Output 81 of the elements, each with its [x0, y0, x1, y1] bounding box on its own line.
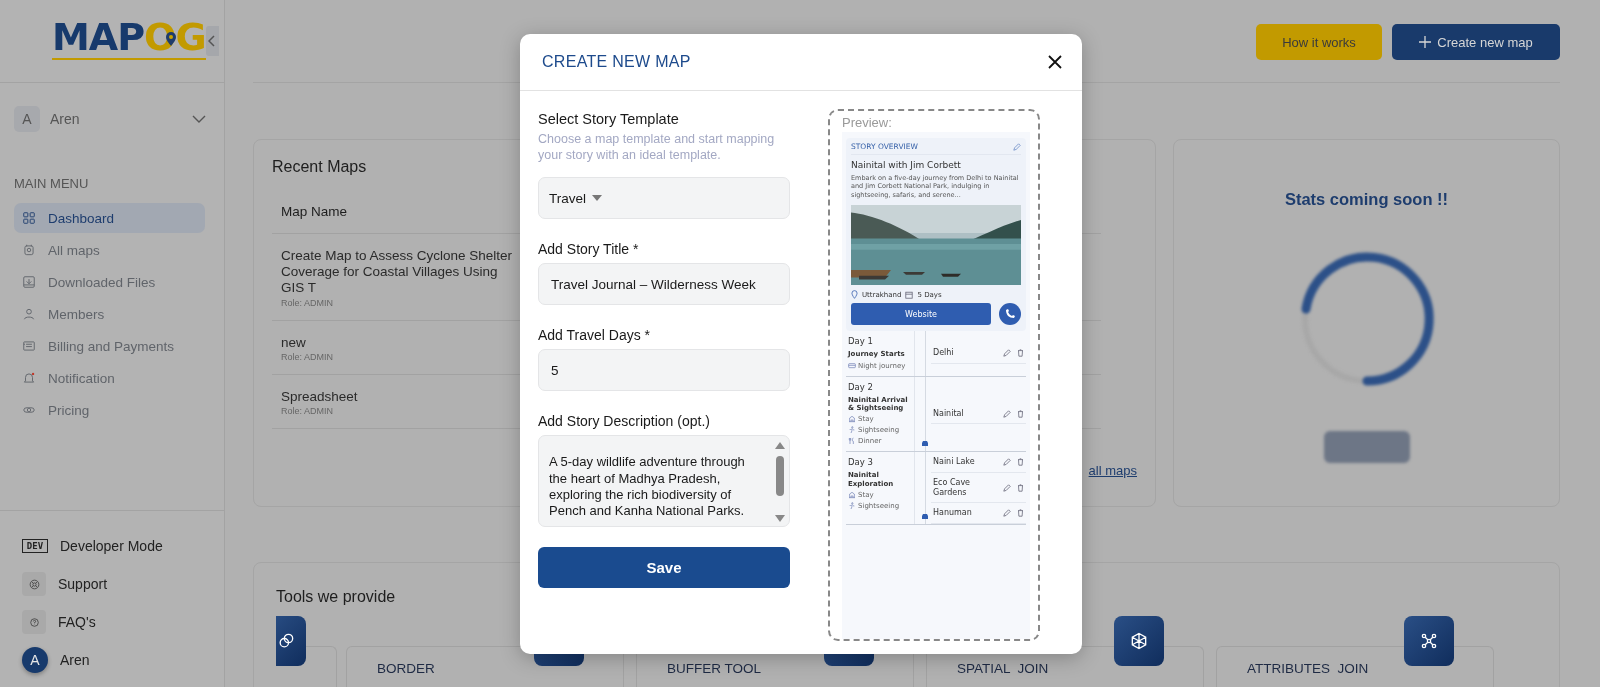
- preview-label: Preview:: [842, 115, 893, 130]
- story-title: Nainital with Jim Corbett: [851, 160, 962, 170]
- calendar-icon: [905, 290, 914, 299]
- developer-mode-item[interactable]: DEV Developer Mode: [22, 531, 224, 561]
- stop-name: Naini Lake: [933, 457, 976, 468]
- stop-name: Hanuman: [933, 508, 973, 518]
- field-label: Add Story Title *: [538, 241, 640, 258]
- trash-icon[interactable]: [1017, 458, 1024, 467]
- stop-name: Nainital: [933, 408, 965, 419]
- user-name: Aren: [50, 111, 81, 127]
- walking-icon: [848, 502, 856, 511]
- trash-icon[interactable]: [1017, 349, 1024, 357]
- lifebuoy-icon: [27, 577, 41, 591]
- map-name[interactable]: Create Map to Assess Cyclone Shelter Coverage for Coastal Villages Using GIS T: [281, 248, 513, 297]
- receipt-icon: [22, 339, 36, 353]
- profile-avatar[interactable]: A: [22, 647, 48, 673]
- grid-icon: [22, 211, 36, 225]
- caret-icon: [592, 195, 602, 202]
- walking-icon: [848, 426, 856, 435]
- user-icon: [22, 307, 36, 321]
- map-name[interactable]: Spreadsheet: [281, 388, 513, 405]
- map-role: Role: ADMIN: [281, 297, 333, 308]
- stop-name: Delhi: [933, 348, 955, 358]
- map-role: Role: ADMIN: [281, 351, 333, 362]
- day-number: Day 1: [848, 336, 874, 347]
- save-button[interactable]: Save: [538, 547, 790, 589]
- header-button[interactable]: Create new map: [1392, 24, 1560, 60]
- website-button[interactable]: Website: [851, 303, 991, 326]
- field-label: Add Travel Days *: [538, 327, 652, 344]
- profile-name: Aren: [60, 652, 90, 668]
- close-icon[interactable]: [1048, 55, 1062, 69]
- header-button[interactable]: How it works: [1256, 24, 1382, 60]
- help-icon: [27, 615, 41, 629]
- map-name[interactable]: new: [281, 334, 513, 351]
- pencil-icon[interactable]: [1003, 483, 1011, 492]
- chevron-left-icon: [208, 35, 217, 47]
- download-icon: [22, 275, 36, 289]
- card-title: Recent Maps: [272, 158, 367, 176]
- building-icon: [848, 415, 856, 424]
- input-field[interactable]: 5: [538, 349, 790, 392]
- trash-icon[interactable]: [1017, 509, 1024, 518]
- pencil-icon[interactable]: [1003, 458, 1011, 467]
- field-hint: Choose a map template and start mapping your story with an ideal template.: [538, 132, 776, 164]
- all-maps-link[interactable]: all maps: [1088, 463, 1137, 478]
- sidebar-item[interactable]: FAQ's: [22, 607, 224, 637]
- tool-icon[interactable]: [1404, 616, 1454, 666]
- pencil-icon[interactable]: [1013, 142, 1021, 151]
- bell-icon: [22, 371, 36, 385]
- tool-icon[interactable]: [1114, 616, 1164, 666]
- trash-icon[interactable]: [1017, 483, 1024, 492]
- tool-icon[interactable]: [276, 616, 306, 666]
- cutlery-icon: [848, 437, 856, 446]
- input-field[interactable]: Travel Journal – Wilderness Week: [538, 263, 790, 306]
- collapse-button[interactable]: [205, 26, 219, 56]
- calendar-icon: [22, 243, 36, 257]
- car-icon: [921, 440, 929, 448]
- phone-icon[interactable]: [999, 303, 1021, 326]
- pencil-icon[interactable]: [1003, 349, 1011, 357]
- ticket-icon: [848, 361, 856, 370]
- stats-title: Stats coming soon !!: [1284, 190, 1449, 209]
- day-number: Day 2: [848, 381, 874, 392]
- menu-heading: MAIN MENU: [14, 176, 90, 191]
- map-role: Role: ADMIN: [281, 405, 333, 416]
- day-number: Day 3: [848, 457, 874, 468]
- template-select[interactable]: Travel: [538, 177, 790, 220]
- card-title: Tools we provide: [276, 588, 396, 606]
- user-avatar: A: [14, 106, 40, 132]
- chevron-down-icon[interactable]: [192, 115, 206, 123]
- menu-item[interactable]: Dashboard: [14, 203, 205, 233]
- pencil-icon[interactable]: [1003, 409, 1011, 418]
- pencil-icon[interactable]: [1003, 509, 1011, 518]
- building-icon: [848, 491, 856, 500]
- trash-icon[interactable]: [1017, 409, 1024, 418]
- sidebar-item[interactable]: Support: [22, 569, 224, 599]
- field-label: Add Story Description (opt.): [538, 413, 711, 430]
- stop-name: Eco Cave Gardens: [933, 478, 972, 498]
- field-label: Select Story Template: [538, 111, 680, 127]
- plus-icon: [1419, 36, 1432, 48]
- dialog-title: CREATE NEW MAP: [542, 53, 691, 71]
- car-icon: [921, 512, 929, 520]
- location-pin-icon: [851, 290, 858, 300]
